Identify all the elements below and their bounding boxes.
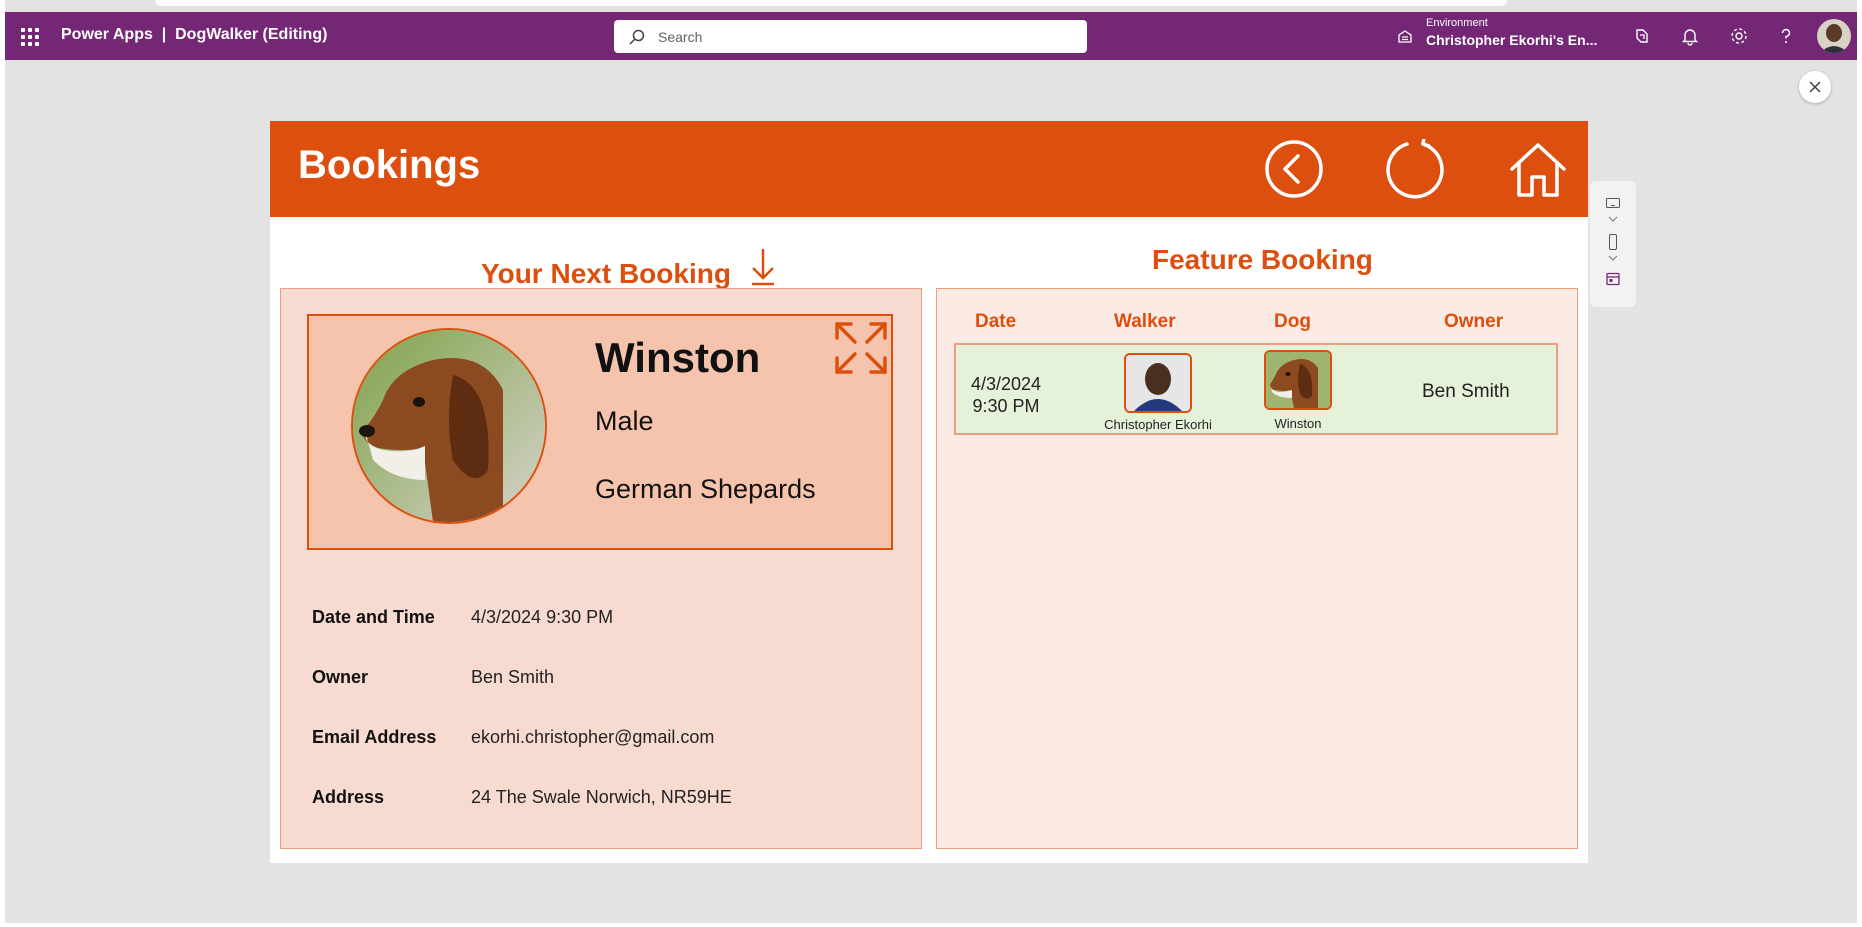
gear-icon[interactable]: [1729, 26, 1749, 46]
close-icon: [1809, 81, 1821, 93]
dog-card[interactable]: Winston Male German Shepards: [307, 314, 893, 550]
walker-name: Christopher Ekorhi: [1104, 417, 1212, 432]
next-booking-heading-text: Your Next Booking: [481, 258, 731, 289]
search-box[interactable]: Search: [614, 20, 1087, 53]
chevron-down-icon[interactable]: [1607, 254, 1619, 262]
top-bar: Power Apps | DogWalker (Editing) Search …: [5, 12, 1857, 60]
booking-date: 4/3/2024 9:30 PM: [966, 373, 1046, 417]
next-booking-heading: Your Next Booking: [481, 243, 777, 290]
home-icon[interactable]: [1508, 139, 1568, 199]
detail-label-datetime: Date and Time: [312, 607, 435, 627]
dog-gender: Male: [595, 406, 654, 436]
close-preview-button[interactable]: [1799, 71, 1831, 103]
detail-value-email: ekorhi.christopher@gmail.com: [471, 727, 715, 747]
environment-label: Environment: [1426, 17, 1488, 29]
dog-name: Winston: [595, 334, 761, 381]
expand-icon[interactable]: [833, 320, 889, 376]
download-arrow-icon[interactable]: [749, 247, 777, 287]
chevron-down-icon[interactable]: [1607, 215, 1619, 223]
column-header-walker: Walker: [1114, 311, 1176, 332]
detail-label-email: Email Address: [312, 727, 437, 747]
environment-icon: [1398, 30, 1412, 43]
phone-view-icon[interactable]: [1605, 233, 1621, 251]
column-header-owner: Owner: [1444, 311, 1504, 332]
back-icon[interactable]: [1264, 139, 1324, 199]
search-icon: [629, 29, 645, 45]
detail-label-address: Address: [312, 787, 385, 807]
tablet-view-icon[interactable]: [1605, 195, 1621, 211]
booking-date-time: 9:30 PM: [972, 396, 1040, 416]
dog-thumbnail: [1264, 350, 1332, 410]
browser-edge: [155, 0, 1507, 6]
app-canvas: Bookings Your Next Booking Feature Booki…: [270, 121, 1588, 863]
feature-booking-panel: Date Walker Dog Owner 4/3/2024 9:30 PM C…: [936, 288, 1578, 849]
dog-photo: [351, 328, 547, 524]
app-title: Power Apps | DogWalker (Editing): [61, 26, 328, 43]
feature-booking-heading: Feature Booking: [1152, 244, 1373, 275]
refresh-icon[interactable]: [1385, 139, 1445, 199]
dog-name-caption: Winston: [1274, 416, 1322, 431]
help-icon[interactable]: [1776, 26, 1796, 46]
device-toolbar: [1590, 181, 1636, 307]
search-placeholder: Search: [658, 29, 703, 45]
next-booking-panel: Winston Male German Shepards Date and Ti…: [280, 288, 922, 849]
column-header-dog: Dog: [1274, 311, 1311, 332]
detail-value-owner: Ben Smith: [471, 667, 555, 687]
app-settings-icon[interactable]: [1605, 271, 1621, 287]
app-launcher-icon[interactable]: [21, 28, 39, 46]
dog-breed: German Shepards: [595, 474, 816, 504]
detail-value-address: 24 The Swale Norwich, NR59HE: [471, 787, 732, 807]
copilot-icon[interactable]: [1632, 26, 1652, 46]
walker-photo: [1124, 353, 1192, 413]
header-banner: Bookings: [270, 121, 1588, 217]
booking-date-day: 4/3/2024: [970, 374, 1042, 394]
bell-icon[interactable]: [1680, 26, 1700, 46]
page-title: Bookings: [298, 143, 481, 187]
environment-name[interactable]: Christopher Ekorhi's En...: [1426, 32, 1597, 48]
detail-value-datetime: 4/3/2024 9:30 PM: [471, 607, 614, 627]
user-avatar[interactable]: [1817, 19, 1851, 53]
column-header-date: Date: [975, 311, 1017, 332]
detail-label-owner: Owner: [312, 667, 369, 687]
booking-owner: Ben Smith: [1422, 381, 1510, 402]
table-row[interactable]: 4/3/2024 9:30 PM Christopher Ekorhi Wins…: [954, 343, 1558, 435]
